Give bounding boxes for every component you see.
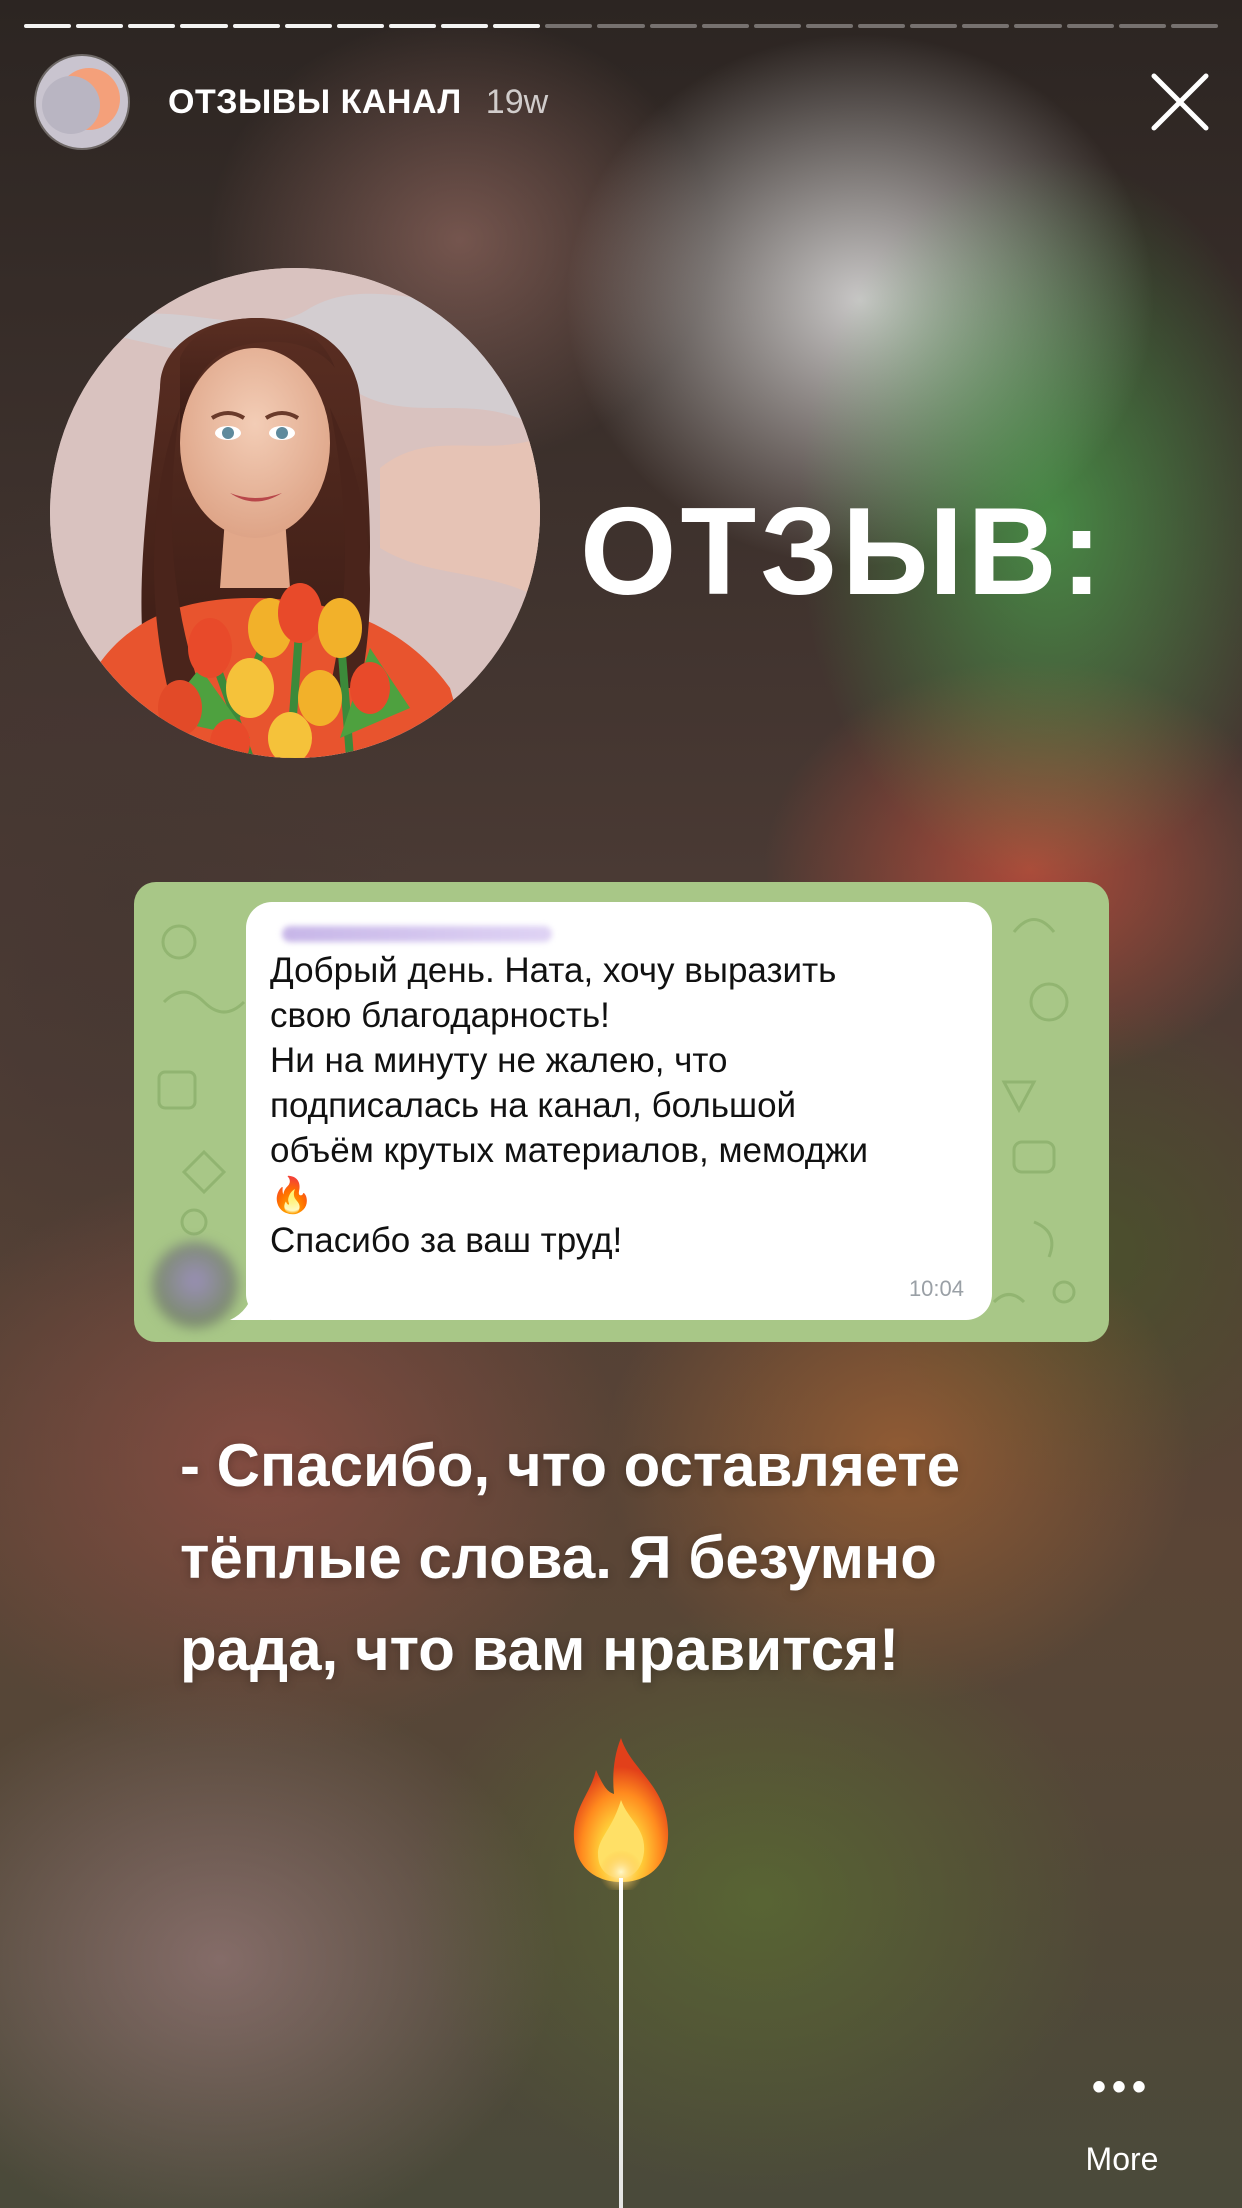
- caption-line: тёплые слова. Я безумно: [180, 1524, 937, 1591]
- progress-segment: [1118, 24, 1166, 28]
- progress-segment: [180, 24, 228, 28]
- caption-line: - Спасибо, что оставляете: [180, 1432, 961, 1499]
- review-title: ОТЗЫВ:: [580, 483, 1107, 621]
- progress-segment: [128, 24, 176, 28]
- more-label: More: [1085, 2141, 1159, 2177]
- close-button[interactable]: [1146, 68, 1214, 136]
- progress-segment: [805, 24, 853, 28]
- progress-segment: [232, 24, 280, 28]
- channel-avatar[interactable]: [36, 56, 128, 148]
- progress-segment: [649, 24, 697, 28]
- more-button[interactable]: ••• More: [1062, 2065, 1182, 2178]
- progress-segment: [962, 24, 1010, 28]
- message-bubble: Добрый день. Ната, хочу выразить свою бл…: [246, 902, 992, 1320]
- message-line: свою благодарность!: [270, 996, 610, 1035]
- caption-line: рада, что вам нравится!: [180, 1616, 900, 1683]
- story-header: ОТЗЫВЫ КАНАЛ 19w: [36, 56, 548, 148]
- progress-segment: [1170, 24, 1218, 28]
- author-portrait: [50, 268, 540, 758]
- progress-segment: [24, 24, 72, 28]
- story-progress-bar: [24, 24, 1218, 28]
- review-screenshot: Добрый день. Ната, хочу выразить свою бл…: [134, 882, 1109, 1342]
- progress-segment: [858, 24, 906, 28]
- avatar-moon-cutout: [42, 76, 100, 134]
- progress-segment: [441, 24, 489, 28]
- sender-avatar: [152, 1242, 238, 1328]
- message-line: объём крутых материалов, мемоджи: [270, 1131, 869, 1170]
- progress-segment: [1014, 24, 1062, 28]
- progress-segment: [753, 24, 801, 28]
- message-line: Ни на минуту не жалею, что: [270, 1041, 728, 1080]
- story-caption: - Спасибо, что оставляете тёплые слова. …: [180, 1420, 1110, 1696]
- progress-segment: [1066, 24, 1114, 28]
- progress-segment: [910, 24, 958, 28]
- portrait-illustration: [50, 268, 540, 758]
- story-time-ago: 19w: [485, 82, 549, 121]
- message-line: Спасибо за ваш труд!: [270, 1221, 623, 1260]
- message-line: подписалась на канал, большой: [270, 1086, 797, 1125]
- message-time: 10:04: [908, 1276, 964, 1301]
- progress-segment: [597, 24, 645, 28]
- progress-segment: [701, 24, 749, 28]
- progress-segment: [545, 24, 593, 28]
- message-line: 🔥: [270, 1176, 314, 1215]
- close-icon: [1151, 73, 1209, 131]
- sparkler-stick: [619, 1878, 623, 2208]
- channel-name[interactable]: ОТЗЫВЫ КАНАЛ: [168, 83, 462, 122]
- sender-name-blurred: [282, 926, 552, 942]
- progress-segment: [336, 24, 384, 28]
- fire-sticker[interactable]: [556, 1730, 686, 1890]
- message-text: Добрый день. Ната, хочу выразить свою бл…: [270, 948, 960, 1263]
- message-line: Добрый день. Ната, хочу выразить: [270, 951, 837, 990]
- progress-segment: [493, 24, 541, 28]
- more-dots-icon: •••: [1091, 2065, 1152, 2109]
- progress-segment: [284, 24, 332, 28]
- progress-segment: [76, 24, 124, 28]
- progress-segment: [388, 24, 436, 28]
